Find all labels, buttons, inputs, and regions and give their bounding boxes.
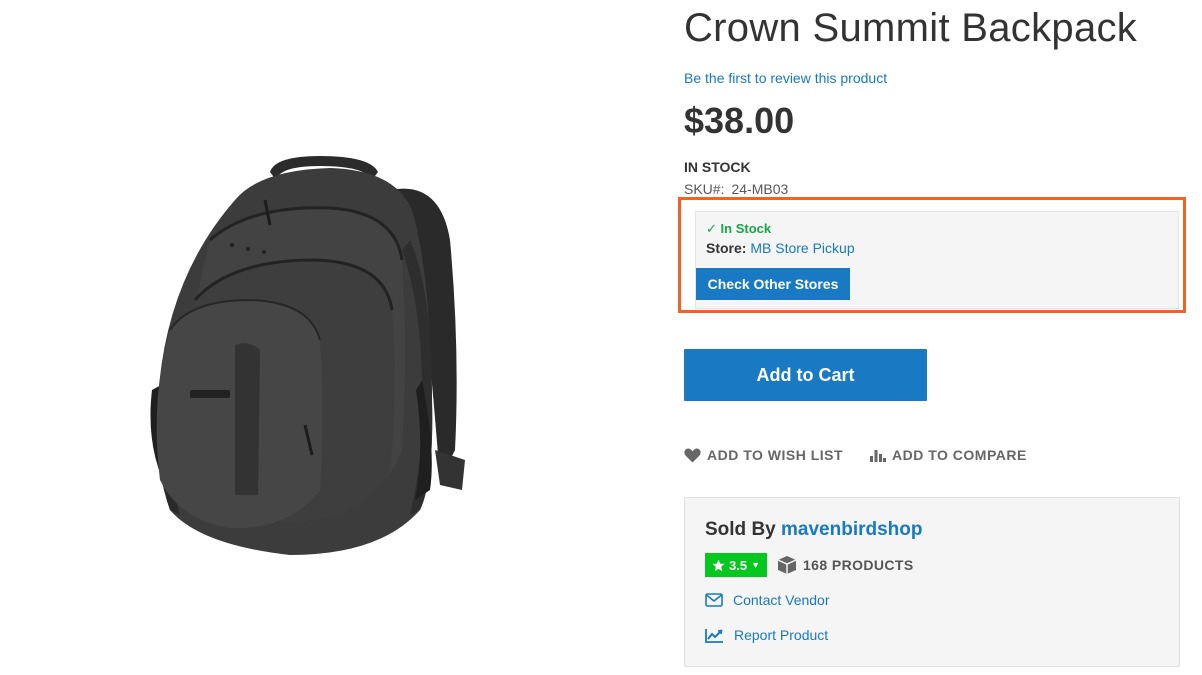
products-count: 168 PRODUCTS — [803, 557, 914, 573]
pickup-store: Store: MB Store Pickup — [706, 240, 855, 256]
caret-down-icon: ▼ — [751, 560, 760, 570]
contact-vendor-label: Contact Vendor — [733, 592, 830, 608]
product-info: Crown Summit Backpack Be the first to re… — [678, 0, 1194, 675]
check-mark-icon: ✓ — [706, 221, 717, 236]
add-to-cart-button[interactable]: Add to Cart — [684, 349, 927, 401]
product-image[interactable] — [140, 150, 480, 570]
add-to-wishlist-link[interactable]: ADD TO WISH LIST — [684, 447, 843, 463]
store-name-link[interactable]: MB Store Pickup — [750, 240, 854, 256]
product-gallery — [0, 0, 640, 675]
sold-by-label: Sold By — [705, 519, 776, 540]
contact-vendor-link[interactable]: Contact Vendor — [705, 592, 830, 608]
report-product-label: Report Product — [734, 627, 829, 643]
pickup-stock-label: In Stock — [720, 221, 772, 236]
product-sku: SKU#: 24-MB03 — [684, 181, 788, 197]
store-label: Store: — [706, 240, 747, 256]
review-link[interactable]: Be the first to review this product — [684, 70, 887, 86]
box-icon — [777, 556, 797, 574]
wishlist-label: ADD TO WISH LIST — [707, 447, 844, 463]
stock-status: IN STOCK — [684, 159, 751, 175]
vendor-name-link[interactable]: mavenbirdshop — [781, 519, 922, 540]
envelope-icon — [705, 593, 723, 607]
sku-label: SKU#: — [684, 181, 725, 197]
product-price: $38.00 — [684, 100, 795, 141]
add-to-compare-link[interactable]: ADD TO COMPARE — [870, 447, 1027, 463]
sku-value: 24-MB03 — [731, 181, 789, 197]
trend-chart-icon — [705, 628, 723, 643]
compare-bars-icon — [870, 450, 886, 462]
rating-value: 3.5 — [729, 557, 748, 573]
product-title: Crown Summit Backpack — [684, 6, 1138, 50]
star-icon — [712, 559, 725, 571]
store-pickup-box: ✓ In Stock Store: MB Store Pickup Check … — [695, 211, 1179, 309]
sold-by: Sold By mavenbirdshop — [705, 519, 923, 541]
vendor-rating-badge[interactable]: 3.5 ▼ — [705, 553, 767, 577]
compare-label: ADD TO COMPARE — [892, 447, 1027, 463]
vendor-box: Sold By mavenbirdshop 3.5 ▼ 168 PRODUCTS… — [684, 497, 1180, 667]
vendor-products-link[interactable]: 168 PRODUCTS — [777, 555, 914, 575]
check-other-stores-button[interactable]: Check Other Stores — [696, 268, 850, 300]
heart-icon — [684, 447, 701, 462]
pickup-stock-status: ✓ In Stock — [706, 221, 771, 237]
report-product-link[interactable]: Report Product — [705, 627, 828, 643]
